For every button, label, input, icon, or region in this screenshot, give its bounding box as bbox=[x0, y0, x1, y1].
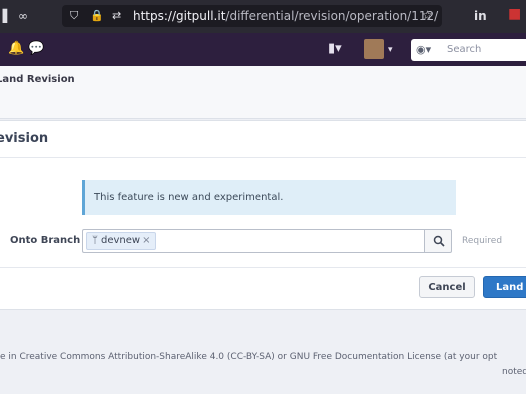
shield-icon[interactable]: ⛉ bbox=[70, 10, 78, 22]
divider bbox=[0, 157, 526, 158]
menu-icon[interactable]: ■ bbox=[508, 7, 521, 21]
branch-token-icon: ᛘ bbox=[92, 235, 98, 246]
avatar[interactable] bbox=[364, 39, 384, 59]
notifications-icon[interactable]: 🔔 bbox=[8, 42, 24, 55]
notice-text: This feature is new and experimental. bbox=[94, 192, 284, 203]
cancel-button[interactable]: Cancel bbox=[419, 276, 475, 298]
messages-icon[interactable]: 💬 bbox=[28, 42, 44, 55]
bookmark-menu-icon[interactable]: ▮▾ bbox=[328, 42, 342, 55]
breadcrumb-current[interactable]: Land Revision bbox=[0, 74, 75, 85]
search-placeholder: Search bbox=[447, 44, 482, 55]
required-hint: Required bbox=[462, 236, 503, 246]
permissions-icon[interactable]: ⇄ bbox=[112, 10, 121, 22]
url-host: https://gitpull.it bbox=[133, 9, 226, 23]
footer-license-text: e in Creative Commons Attribution-ShareA… bbox=[0, 352, 498, 362]
linkedin-extension-icon[interactable]: in bbox=[474, 10, 487, 22]
token-remove-icon[interactable]: × bbox=[142, 235, 150, 246]
sidebar-toggle-icon[interactable]: ▐ bbox=[0, 10, 7, 22]
url-text[interactable]: https://gitpull.it/differential/revision… bbox=[133, 9, 438, 23]
browser-toolbar: ▐ ∞ ⛉ 🔒 ⇄ https://gitpull.it/differentia… bbox=[0, 0, 526, 33]
bookmark-star-icon[interactable]: ☆ bbox=[422, 9, 433, 21]
onto-branch-label: Onto Branch bbox=[10, 235, 81, 246]
avatar-chevron-icon[interactable]: ▾ bbox=[388, 44, 393, 57]
search-icon bbox=[433, 235, 445, 247]
divider bbox=[0, 267, 526, 268]
browse-button[interactable] bbox=[424, 229, 452, 253]
branch-token[interactable]: ᛘ devnew × bbox=[86, 232, 157, 250]
footer-license-text-cont: noted bbox=[502, 367, 526, 377]
land-revision-button[interactable]: Land Revision bbox=[483, 276, 526, 298]
lock-icon: 🔒 bbox=[90, 9, 104, 22]
breadcrumb-bar bbox=[0, 66, 526, 119]
url-path: /differential/revision/operation/112/ bbox=[225, 9, 439, 23]
extension-icon[interactable]: ∞ bbox=[18, 10, 28, 22]
search-scope-icon[interactable]: ◉▾ bbox=[416, 43, 431, 56]
branch-token-label: devnew bbox=[101, 235, 141, 246]
page-title: Revision bbox=[0, 131, 49, 146]
